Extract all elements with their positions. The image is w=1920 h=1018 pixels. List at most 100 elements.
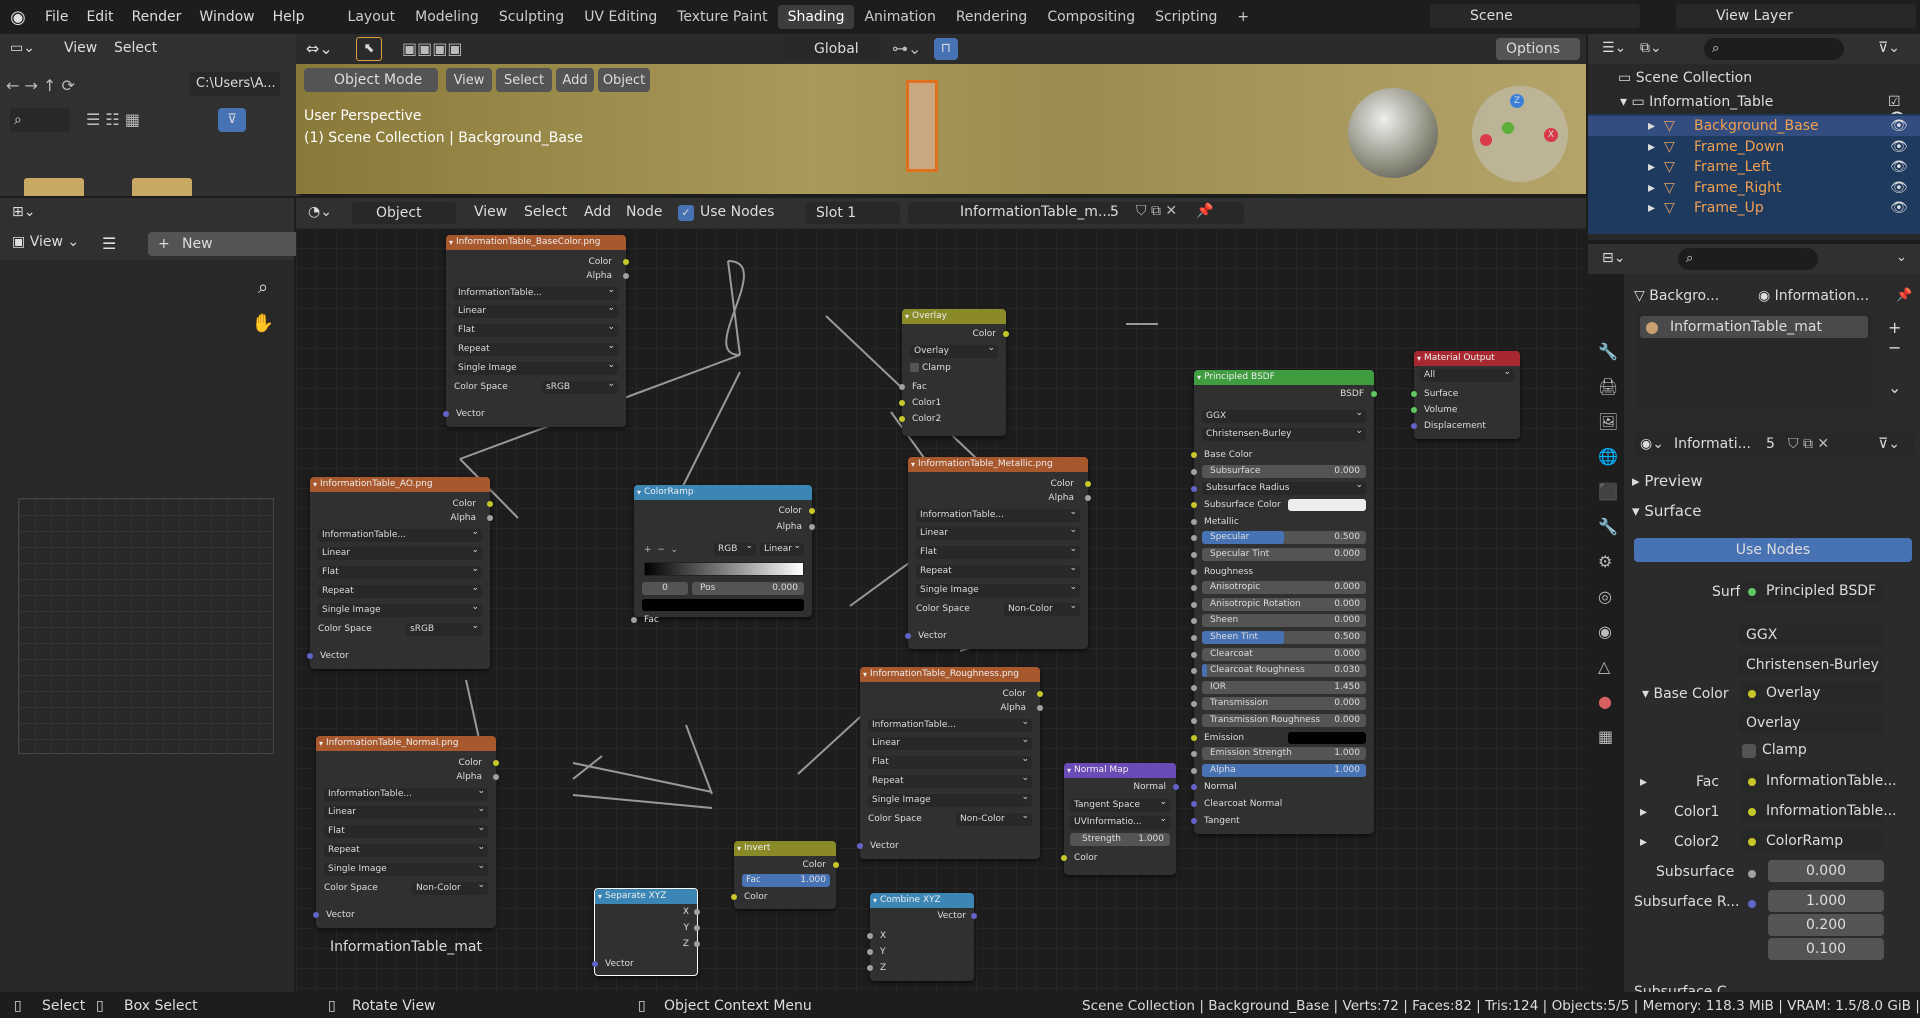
eye-icon[interactable]: 👁 bbox=[1890, 157, 1908, 177]
input-socket[interactable] bbox=[1191, 585, 1197, 592]
output-socket[interactable] bbox=[809, 508, 815, 514]
output-socket[interactable] bbox=[1085, 495, 1091, 501]
outliner-search-icon[interactable]: ⌕ bbox=[1704, 38, 1844, 60]
eye-icon[interactable]: 👁 bbox=[1890, 178, 1908, 198]
node-header[interactable]: Combine XYZ bbox=[870, 893, 974, 908]
projection-dropdown[interactable]: Flat bbox=[318, 563, 482, 579]
output-socket[interactable] bbox=[1173, 784, 1179, 790]
selected-object[interactable] bbox=[906, 80, 938, 172]
bsdf-field[interactable]: Sheen Tint 0.500 bbox=[1202, 631, 1366, 644]
output-socket[interactable] bbox=[833, 862, 839, 868]
input-socket[interactable] bbox=[867, 965, 873, 971]
output-socket[interactable] bbox=[623, 259, 629, 265]
node-header[interactable]: Separate XYZ bbox=[595, 889, 697, 904]
output-socket[interactable] bbox=[487, 515, 493, 521]
vp-add-menu[interactable]: Add bbox=[556, 68, 594, 92]
extension-dropdown[interactable]: Repeat bbox=[324, 841, 488, 857]
input-socket[interactable] bbox=[443, 411, 449, 417]
node-header[interactable]: Normal Map bbox=[1064, 763, 1176, 778]
node-overlay-mix[interactable]: Overlay Color Overlay Clamp Fac Color1 C… bbox=[899, 309, 1009, 436]
material-datablock-name[interactable]: Informati... bbox=[1674, 436, 1751, 452]
node-metallic-texture[interactable]: InformationTable_Metallic.png Color Alph… bbox=[905, 457, 1091, 649]
expand-icon[interactable]: ▸ bbox=[1648, 157, 1655, 177]
interpolation-dropdown[interactable]: Linear bbox=[454, 302, 618, 318]
output-socket[interactable] bbox=[623, 273, 629, 279]
ne-select-menu[interactable]: Select bbox=[524, 204, 567, 220]
projection-dropdown[interactable]: Flat bbox=[324, 822, 488, 838]
tab-scripting[interactable]: Scripting bbox=[1145, 5, 1227, 29]
uv-map-selector[interactable]: UVInformatio... bbox=[1070, 813, 1170, 829]
blend-mode-dropdown[interactable]: Overlay bbox=[910, 342, 998, 358]
zoom-icon[interactable]: ⌕ bbox=[248, 272, 278, 302]
bsdf-field[interactable]: Specular 0.500 bbox=[1202, 531, 1366, 545]
ie-view-menu[interactable]: ▣ View ⌄ bbox=[12, 234, 79, 250]
input-socket[interactable] bbox=[1191, 718, 1197, 724]
node-invert[interactable]: Invert Color Fac 1.000 Color bbox=[731, 841, 839, 909]
breadcrumb-object[interactable]: ▽ Backgro... bbox=[1634, 288, 1719, 304]
input-socket[interactable] bbox=[1191, 618, 1197, 625]
fb-select-menu[interactable]: Select bbox=[114, 40, 157, 56]
output-socket[interactable] bbox=[694, 941, 700, 947]
surface-shader-field[interactable]: Principled BSDF bbox=[1740, 580, 1884, 602]
display-mode-icon[interactable]: ☰ ☷ ▦ bbox=[86, 110, 140, 129]
bsdf-field[interactable]: IOR 1.450 bbox=[1202, 680, 1366, 694]
pin-icon[interactable]: 📌 bbox=[1196, 203, 1213, 219]
input-socket[interactable] bbox=[1061, 855, 1067, 861]
input-socket[interactable] bbox=[1191, 668, 1197, 675]
output-socket[interactable] bbox=[1037, 691, 1043, 697]
bsdf-field[interactable]: Clearcoat Roughness 0.030 bbox=[1202, 664, 1366, 678]
menu-render[interactable]: Render bbox=[123, 5, 191, 29]
browse-icon[interactable]: ⊽⌄ bbox=[1878, 436, 1900, 452]
collection-information-table[interactable]: ▾ ▭ Information_Table bbox=[1620, 94, 1773, 110]
ne-view-menu[interactable]: View bbox=[474, 204, 507, 220]
node-normal-texture[interactable]: InformationTable_Normal.png Color Alpha … bbox=[313, 736, 499, 928]
x-axis-icon[interactable]: X bbox=[1544, 128, 1558, 142]
fake-user-icon[interactable]: ⛉ ⧉ ✕ bbox=[1136, 203, 1177, 219]
input-socket[interactable] bbox=[1191, 651, 1197, 658]
expand-icon[interactable]: ▸ bbox=[1640, 804, 1647, 820]
output-socket[interactable] bbox=[694, 909, 700, 915]
snap-icon[interactable]: ⊓ bbox=[934, 38, 958, 60]
blend-mode-dropdown[interactable]: Overlay bbox=[1738, 712, 1884, 734]
path-field[interactable]: C:\Users\A... bbox=[190, 72, 280, 96]
tab-modeling[interactable]: Modeling bbox=[405, 5, 489, 29]
input-socket[interactable] bbox=[1191, 801, 1197, 807]
projection-dropdown[interactable]: Flat bbox=[916, 543, 1080, 559]
input-socket[interactable] bbox=[905, 633, 911, 639]
input-socket[interactable] bbox=[1191, 469, 1197, 475]
properties-search-icon[interactable]: ⌕ bbox=[1678, 248, 1818, 270]
output-socket[interactable] bbox=[1371, 391, 1377, 397]
node-ao-texture[interactable]: InformationTable_AO.png Color Alpha Info… bbox=[307, 477, 493, 669]
tab-uv-editing[interactable]: UV Editing bbox=[574, 5, 667, 29]
strength-field[interactable]: Strength 1.000 bbox=[1070, 833, 1170, 846]
eye-icon[interactable]: 👁 bbox=[1890, 116, 1908, 136]
surface-panel-header[interactable]: ▾ Surface bbox=[1632, 502, 1701, 520]
image-selector[interactable]: InformationTable... bbox=[454, 284, 618, 300]
extension-dropdown[interactable]: Repeat bbox=[916, 562, 1080, 578]
outliner-item[interactable]: ▸ ▽ Frame_Left 👁 bbox=[1588, 157, 1920, 177]
input-socket[interactable] bbox=[1191, 552, 1197, 558]
input-socket[interactable] bbox=[1191, 701, 1197, 708]
bsdf-field[interactable]: Emission Strength 1.000 bbox=[1202, 747, 1366, 761]
object-mode-dropdown[interactable]: Object Mode bbox=[304, 68, 438, 92]
node-basecolor-texture[interactable]: InformationTable_BaseColor.png Color Alp… bbox=[443, 235, 629, 427]
interpolation-dropdown[interactable]: Linear bbox=[916, 524, 1080, 540]
new-image-button[interactable]: + New bbox=[148, 232, 298, 256]
input-socket[interactable] bbox=[1191, 734, 1197, 741]
subsurface-field[interactable]: 0.000 bbox=[1768, 860, 1884, 882]
source-dropdown[interactable]: Single Image bbox=[318, 601, 482, 617]
node-colorramp[interactable]: ColorRamp Color Alpha + − ⌄ RGB Linear 0… bbox=[631, 485, 815, 625]
material-name-field[interactable]: InformationTable_m... bbox=[960, 204, 1111, 220]
slot-dropdown[interactable]: Slot 1 bbox=[806, 202, 900, 224]
hand-icon[interactable]: ✋ bbox=[248, 308, 278, 338]
ramp-position-field[interactable]: Pos 0.000 bbox=[692, 582, 804, 595]
scene-collection[interactable]: ▭ Scene Collection bbox=[1618, 70, 1752, 86]
output-socket[interactable] bbox=[809, 524, 815, 530]
view-layer-selector[interactable]: View Layer bbox=[1676, 4, 1916, 28]
expand-icon[interactable]: ▸ bbox=[1640, 834, 1647, 850]
input-socket[interactable] bbox=[1191, 817, 1197, 824]
source-dropdown[interactable]: Single Image bbox=[324, 860, 488, 876]
node-header[interactable]: InformationTable_AO.png bbox=[310, 477, 490, 492]
chevron-down-icon[interactable]: ⌄ bbox=[1896, 250, 1907, 265]
tab-rendering[interactable]: Rendering bbox=[946, 5, 1038, 29]
